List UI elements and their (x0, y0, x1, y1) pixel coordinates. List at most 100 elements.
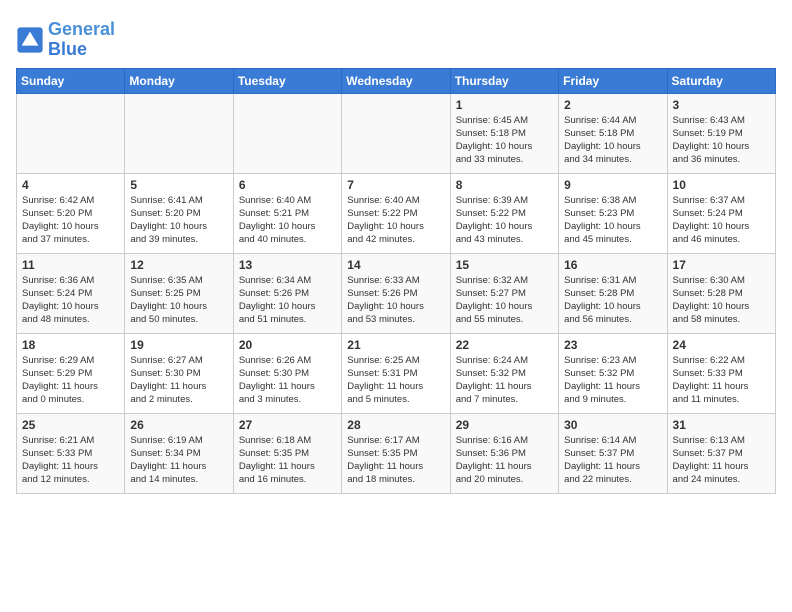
calendar-cell: 6 Sunrise: 6:40 AM Sunset: 5:21 PM Daylig… (233, 173, 341, 253)
day-number: 17 (673, 258, 770, 272)
day-number: 11 (22, 258, 119, 272)
calendar-cell: 4 Sunrise: 6:42 AM Sunset: 5:20 PM Daylig… (17, 173, 125, 253)
day-number: 24 (673, 338, 770, 352)
day-info: Sunrise: 6:45 AM Sunset: 5:18 PM Dayligh… (456, 114, 553, 167)
day-number: 12 (130, 258, 227, 272)
day-info: Sunrise: 6:42 AM Sunset: 5:20 PM Dayligh… (22, 194, 119, 247)
day-info: Sunrise: 6:30 AM Sunset: 5:28 PM Dayligh… (673, 274, 770, 327)
day-info: Sunrise: 6:39 AM Sunset: 5:22 PM Dayligh… (456, 194, 553, 247)
day-number: 7 (347, 178, 444, 192)
day-info: Sunrise: 6:41 AM Sunset: 5:20 PM Dayligh… (130, 194, 227, 247)
calendar-cell: 1Sunrise: 6:45 AM Sunset: 5:18 PM Daylig… (450, 93, 558, 173)
day-info: Sunrise: 6:21 AM Sunset: 5:33 PM Dayligh… (22, 434, 119, 487)
day-info: Sunrise: 6:35 AM Sunset: 5:25 PM Dayligh… (130, 274, 227, 327)
day-info: Sunrise: 6:25 AM Sunset: 5:31 PM Dayligh… (347, 354, 444, 407)
day-info: Sunrise: 6:36 AM Sunset: 5:24 PM Dayligh… (22, 274, 119, 327)
day-number: 6 (239, 178, 336, 192)
calendar-cell: 3 Sunrise: 6:43 AM Sunset: 5:19 PM Daylig… (667, 93, 775, 173)
day-number: 3 (673, 98, 770, 112)
day-info: Sunrise: 6:33 AM Sunset: 5:26 PM Dayligh… (347, 274, 444, 327)
day-number: 4 (22, 178, 119, 192)
calendar-cell: 5 Sunrise: 6:41 AM Sunset: 5:20 PM Daylig… (125, 173, 233, 253)
day-number: 22 (456, 338, 553, 352)
day-info: Sunrise: 6:40 AM Sunset: 5:22 PM Dayligh… (347, 194, 444, 247)
day-number: 27 (239, 418, 336, 432)
calendar-cell: 17 Sunrise: 6:30 AM Sunset: 5:28 PM Dayli… (667, 253, 775, 333)
day-info: Sunrise: 6:29 AM Sunset: 5:29 PM Dayligh… (22, 354, 119, 407)
calendar-cell: 7 Sunrise: 6:40 AM Sunset: 5:22 PM Daylig… (342, 173, 450, 253)
day-info: Sunrise: 6:44 AM Sunset: 5:18 PM Dayligh… (564, 114, 661, 167)
day-info: Sunrise: 6:40 AM Sunset: 5:21 PM Dayligh… (239, 194, 336, 247)
calendar-cell: 2Sunrise: 6:44 AM Sunset: 5:18 PM Daylig… (559, 93, 667, 173)
calendar-cell: 30Sunrise: 6:14 AM Sunset: 5:37 PM Dayli… (559, 413, 667, 493)
calendar-table: SundayMondayTuesdayWednesdayThursdayFrid… (16, 68, 776, 494)
day-number: 26 (130, 418, 227, 432)
calendar-cell: 26Sunrise: 6:19 AM Sunset: 5:34 PM Dayli… (125, 413, 233, 493)
day-header-friday: Friday (559, 68, 667, 93)
day-info: Sunrise: 6:31 AM Sunset: 5:28 PM Dayligh… (564, 274, 661, 327)
day-number: 15 (456, 258, 553, 272)
logo-icon (16, 26, 44, 54)
day-header-sunday: Sunday (17, 68, 125, 93)
calendar-cell (125, 93, 233, 173)
calendar-cell: 16Sunrise: 6:31 AM Sunset: 5:28 PM Dayli… (559, 253, 667, 333)
day-number: 29 (456, 418, 553, 432)
calendar-cell (342, 93, 450, 173)
calendar-cell: 9Sunrise: 6:38 AM Sunset: 5:23 PM Daylig… (559, 173, 667, 253)
day-info: Sunrise: 6:27 AM Sunset: 5:30 PM Dayligh… (130, 354, 227, 407)
day-number: 14 (347, 258, 444, 272)
calendar-cell: 24Sunrise: 6:22 AM Sunset: 5:33 PM Dayli… (667, 333, 775, 413)
header: General Blue (16, 16, 776, 60)
day-number: 5 (130, 178, 227, 192)
calendar-cell: 25 Sunrise: 6:21 AM Sunset: 5:33 PM Dayli… (17, 413, 125, 493)
day-header-wednesday: Wednesday (342, 68, 450, 93)
calendar-cell: 10 Sunrise: 6:37 AM Sunset: 5:24 PM Dayli… (667, 173, 775, 253)
calendar-cell: 22 Sunrise: 6:24 AM Sunset: 5:32 PM Dayli… (450, 333, 558, 413)
day-info: Sunrise: 6:43 AM Sunset: 5:19 PM Dayligh… (673, 114, 770, 167)
day-header-thursday: Thursday (450, 68, 558, 93)
week-row-2: 4 Sunrise: 6:42 AM Sunset: 5:20 PM Daylig… (17, 173, 776, 253)
calendar-cell: 13Sunrise: 6:34 AM Sunset: 5:26 PM Dayli… (233, 253, 341, 333)
day-number: 31 (673, 418, 770, 432)
calendar-cell (233, 93, 341, 173)
day-number: 25 (22, 418, 119, 432)
days-header-row: SundayMondayTuesdayWednesdayThursdayFrid… (17, 68, 776, 93)
calendar-cell: 19 Sunrise: 6:27 AM Sunset: 5:30 PM Dayli… (125, 333, 233, 413)
day-number: 10 (673, 178, 770, 192)
day-number: 13 (239, 258, 336, 272)
day-number: 23 (564, 338, 661, 352)
day-info: Sunrise: 6:38 AM Sunset: 5:23 PM Dayligh… (564, 194, 661, 247)
day-info: Sunrise: 6:32 AM Sunset: 5:27 PM Dayligh… (456, 274, 553, 327)
day-info: Sunrise: 6:17 AM Sunset: 5:35 PM Dayligh… (347, 434, 444, 487)
day-info: Sunrise: 6:18 AM Sunset: 5:35 PM Dayligh… (239, 434, 336, 487)
day-info: Sunrise: 6:24 AM Sunset: 5:32 PM Dayligh… (456, 354, 553, 407)
calendar-cell: 31 Sunrise: 6:13 AM Sunset: 5:37 PM Dayli… (667, 413, 775, 493)
calendar-cell: 14 Sunrise: 6:33 AM Sunset: 5:26 PM Dayli… (342, 253, 450, 333)
logo: General Blue (16, 20, 115, 60)
calendar-cell: 29Sunrise: 6:16 AM Sunset: 5:36 PM Dayli… (450, 413, 558, 493)
day-info: Sunrise: 6:26 AM Sunset: 5:30 PM Dayligh… (239, 354, 336, 407)
calendar-cell: 23 Sunrise: 6:23 AM Sunset: 5:32 PM Dayli… (559, 333, 667, 413)
day-info: Sunrise: 6:13 AM Sunset: 5:37 PM Dayligh… (673, 434, 770, 487)
day-number: 20 (239, 338, 336, 352)
day-header-monday: Monday (125, 68, 233, 93)
calendar-cell: 12 Sunrise: 6:35 AM Sunset: 5:25 PM Dayli… (125, 253, 233, 333)
day-header-tuesday: Tuesday (233, 68, 341, 93)
day-number: 21 (347, 338, 444, 352)
week-row-5: 25 Sunrise: 6:21 AM Sunset: 5:33 PM Dayli… (17, 413, 776, 493)
day-info: Sunrise: 6:23 AM Sunset: 5:32 PM Dayligh… (564, 354, 661, 407)
calendar-cell: 11 Sunrise: 6:36 AM Sunset: 5:24 PM Dayli… (17, 253, 125, 333)
day-number: 18 (22, 338, 119, 352)
day-number: 28 (347, 418, 444, 432)
week-row-1: 1Sunrise: 6:45 AM Sunset: 5:18 PM Daylig… (17, 93, 776, 173)
day-info: Sunrise: 6:14 AM Sunset: 5:37 PM Dayligh… (564, 434, 661, 487)
calendar-cell: 28 Sunrise: 6:17 AM Sunset: 5:35 PM Dayli… (342, 413, 450, 493)
day-number: 8 (456, 178, 553, 192)
calendar-cell: 15 Sunrise: 6:32 AM Sunset: 5:27 PM Dayli… (450, 253, 558, 333)
calendar-cell: 18 Sunrise: 6:29 AM Sunset: 5:29 PM Dayli… (17, 333, 125, 413)
calendar-cell: 8 Sunrise: 6:39 AM Sunset: 5:22 PM Daylig… (450, 173, 558, 253)
day-header-saturday: Saturday (667, 68, 775, 93)
day-number: 19 (130, 338, 227, 352)
day-info: Sunrise: 6:37 AM Sunset: 5:24 PM Dayligh… (673, 194, 770, 247)
calendar-cell: 20 Sunrise: 6:26 AM Sunset: 5:30 PM Dayli… (233, 333, 341, 413)
